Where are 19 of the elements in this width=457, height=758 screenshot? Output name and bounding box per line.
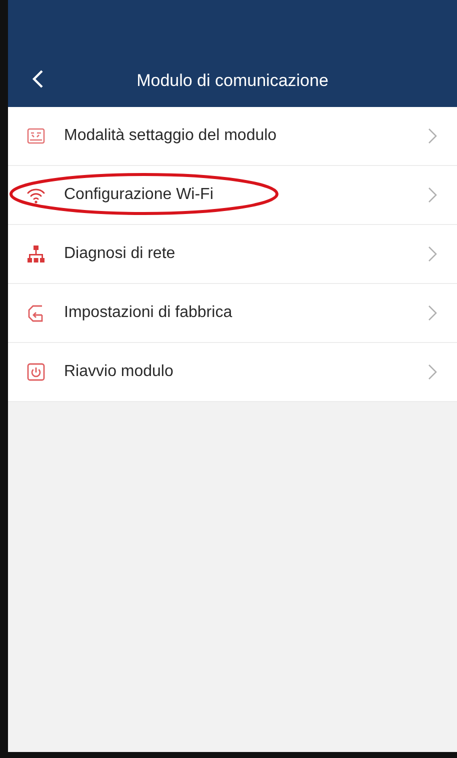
module-icon	[26, 126, 46, 146]
menu-item[interactable]: Riavvio modulo	[8, 343, 457, 402]
menu-item[interactable]: Configurazione Wi-Fi	[8, 166, 457, 225]
chevron-icon	[427, 364, 437, 380]
menu-item-label: Modalità settaggio del modulo	[64, 127, 278, 145]
network-icon	[26, 244, 46, 264]
menu-item[interactable]: Diagnosi di rete	[8, 225, 457, 284]
chevron-icon	[427, 246, 437, 262]
menu-item-label: Configurazione Wi-Fi	[64, 186, 214, 204]
chevron-icon	[427, 305, 437, 321]
menu-item-label: Impostazioni di fabbrica	[64, 304, 234, 322]
chevron-icon	[427, 187, 437, 203]
chevron-icon	[427, 128, 437, 144]
page-title: Modulo di comunicazione	[136, 71, 330, 91]
power-icon	[26, 362, 46, 382]
menu-item[interactable]: Impostazioni di fabbrica	[8, 284, 457, 343]
menu-item-label: Riavvio modulo	[64, 363, 174, 381]
menu-item-label: Diagnosi di rete	[64, 245, 176, 263]
menu-item[interactable]: Modalità settaggio del modulo	[8, 107, 457, 166]
